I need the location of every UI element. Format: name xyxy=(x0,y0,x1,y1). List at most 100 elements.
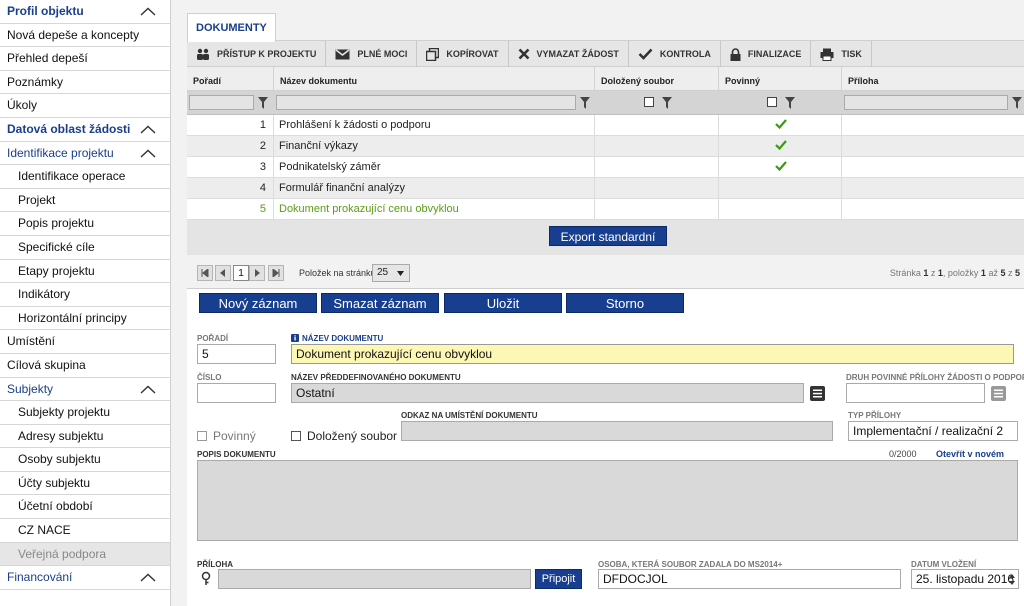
table-row[interactable]: 5 Dokument prokazující cenu obvyklou xyxy=(187,199,1024,220)
sidebar-item[interactable]: Identifikace operace xyxy=(0,165,170,189)
sidebar-item[interactable]: Etapy projektu xyxy=(0,260,170,284)
sidebar-item[interactable]: Financování xyxy=(0,566,170,590)
filter-icon[interactable] xyxy=(785,97,795,109)
cancel-button[interactable]: Storno xyxy=(566,293,684,313)
sidebar-item[interactable]: Úkoly xyxy=(0,94,170,118)
checkbox-box xyxy=(291,431,301,441)
dolozeny-checkbox[interactable]: Doložený soubor xyxy=(291,429,397,443)
attach-button[interactable]: Připojit xyxy=(535,569,582,589)
preddef-input[interactable]: Ostatní xyxy=(291,383,804,403)
next-page-button[interactable] xyxy=(249,265,265,281)
sidebar-item[interactable]: Osoby subjektu xyxy=(0,448,170,472)
sidebar-item-label: Indikátory xyxy=(18,287,71,302)
table-row[interactable]: 1 Prohlášení k žádosti o podporu xyxy=(187,115,1024,136)
sidebar-item-label: Umístění xyxy=(7,334,56,349)
sidebar-item[interactable]: Profil objektu xyxy=(0,0,170,24)
sidebar-item[interactable]: Nová depeše a koncepty xyxy=(0,24,170,48)
first-page-button[interactable] xyxy=(197,265,213,281)
osoba-input[interactable]: DFDOCJOL xyxy=(598,569,901,589)
datum-input[interactable]: 25. listopadu 2016 xyxy=(911,569,1019,589)
delete-application-button[interactable]: VYMAZAT ŽÁDOST xyxy=(509,41,629,67)
col-attachment[interactable]: Příloha xyxy=(842,67,1024,91)
sidebar-item[interactable]: Poznámky xyxy=(0,71,170,95)
priloha-input[interactable] xyxy=(218,569,531,589)
table-row[interactable]: 3 Podnikatelský záměr xyxy=(187,157,1024,178)
name-cell: Podnikatelský záměr xyxy=(274,157,595,178)
druh-label: DRUH POVINNÉ PŘÍLOHY ŽÁDOSTI O PODPORU xyxy=(846,373,1024,382)
sidebar-item-label: Osoby subjektu xyxy=(18,452,101,467)
prev-page-button[interactable] xyxy=(215,265,231,281)
filter-icon[interactable] xyxy=(1012,97,1022,109)
typ-input[interactable]: Implementační / realizační 2 xyxy=(848,421,1018,441)
filter-order-input[interactable] xyxy=(189,95,254,110)
chevron-up-icon[interactable] xyxy=(139,0,157,23)
sidebar-item[interactable]: Cílová skupina xyxy=(0,354,170,378)
sidebar-item[interactable]: Přehled depeší xyxy=(0,47,170,71)
col-order[interactable]: Pořadí xyxy=(187,67,274,91)
sidebar-item[interactable]: Účty subjektu xyxy=(0,472,170,496)
sidebar-item[interactable]: Subjekty xyxy=(0,378,170,402)
filter-attachment-input[interactable] xyxy=(844,95,1008,110)
spinner-icon[interactable] xyxy=(1008,573,1016,586)
filter-icon[interactable] xyxy=(580,97,590,109)
list-picker-icon[interactable] xyxy=(810,386,825,401)
tab-dokumenty[interactable]: DOKUMENTY xyxy=(187,13,276,42)
filter-name-input[interactable] xyxy=(276,95,576,110)
finalize-button[interactable]: FINALIZACE xyxy=(721,41,812,67)
sidebar-item[interactable]: Adresy subjektu xyxy=(0,425,170,449)
col-name[interactable]: Název dokumentu xyxy=(274,67,595,91)
current-page[interactable]: 1 xyxy=(233,265,249,281)
chevron-up-icon[interactable] xyxy=(139,378,157,401)
filter-icon[interactable] xyxy=(258,97,268,109)
chevron-up-icon[interactable] xyxy=(139,142,157,165)
check-button[interactable]: KONTROLA xyxy=(629,41,721,67)
sidebar-item[interactable]: Datová oblast žádosti xyxy=(0,118,170,142)
odkaz-label: ODKAZ NA UMÍSTĚNÍ DOKUMENTU xyxy=(401,411,538,420)
checkmark-icon xyxy=(775,137,787,158)
print-button[interactable]: TISK xyxy=(811,41,872,67)
table-row[interactable]: 2 Finanční výkazy xyxy=(187,136,1024,157)
copy-button[interactable]: KOPÍROVAT xyxy=(417,41,509,67)
filter-required-checkbox[interactable] xyxy=(767,97,777,107)
col-required[interactable]: Povinný xyxy=(719,67,842,91)
col-file[interactable]: Doložený soubor xyxy=(595,67,719,91)
odkaz-input[interactable] xyxy=(401,421,833,441)
export-button[interactable]: Export standardní xyxy=(549,226,667,246)
nazev-input[interactable]: Dokument prokazující cenu obvyklou xyxy=(291,344,1014,364)
power-of-attorney-button[interactable]: PLNÉ MOCI xyxy=(326,41,418,67)
next-page-icon xyxy=(255,269,260,277)
sidebar-item[interactable]: Identifikace projektu xyxy=(0,142,170,166)
checkmark-icon xyxy=(775,116,787,137)
last-page-button[interactable] xyxy=(268,265,284,281)
sidebar-item[interactable]: Popis projektu xyxy=(0,212,170,236)
list-picker-icon[interactable] xyxy=(991,386,1006,401)
save-button[interactable]: Uložit xyxy=(444,293,562,313)
sidebar-item[interactable]: Specifické cíle xyxy=(0,236,170,260)
popis-textarea[interactable] xyxy=(197,460,1018,541)
cislo-input[interactable] xyxy=(197,383,276,403)
sidebar-item[interactable]: Horizontální principy xyxy=(0,307,170,331)
sidebar-item-label: Úkoly xyxy=(7,98,38,113)
table-row[interactable]: 4 Formulář finanční analýzy xyxy=(187,178,1024,199)
sidebar-item[interactable]: Indikátory xyxy=(0,283,170,307)
attachment-cell xyxy=(842,157,1024,178)
filter-icon[interactable] xyxy=(662,97,672,109)
access-button[interactable]: PŘÍSTUP K PROJEKTU xyxy=(187,41,327,67)
per-page-select[interactable]: 25 xyxy=(372,264,410,282)
chevron-up-icon[interactable] xyxy=(139,118,157,141)
filter-file-checkbox[interactable] xyxy=(644,97,654,107)
sidebar-item[interactable]: Umístění xyxy=(0,330,170,354)
new-record-button[interactable]: Nový záznam xyxy=(199,293,317,313)
poradi-input[interactable]: 5 xyxy=(197,344,276,364)
druh-input[interactable] xyxy=(846,383,985,403)
povinny-checkbox[interactable]: Povinný xyxy=(197,429,256,443)
delete-record-button[interactable]: Smazat záznam xyxy=(321,293,439,313)
sidebar-item[interactable]: Subjekty projektu xyxy=(0,401,170,425)
sidebar-item[interactable]: CZ NACE xyxy=(0,519,170,543)
sidebar-item[interactable]: Projekt xyxy=(0,189,170,213)
sidebar-item[interactable]: Účetní období xyxy=(0,495,170,520)
sidebar-item-label: Cílová skupina xyxy=(7,357,86,372)
sidebar-item[interactable]: Veřejná podpora xyxy=(0,542,170,567)
chevron-up-icon[interactable] xyxy=(139,566,157,589)
sidebar-item-label: Přehled depeší xyxy=(7,51,88,66)
